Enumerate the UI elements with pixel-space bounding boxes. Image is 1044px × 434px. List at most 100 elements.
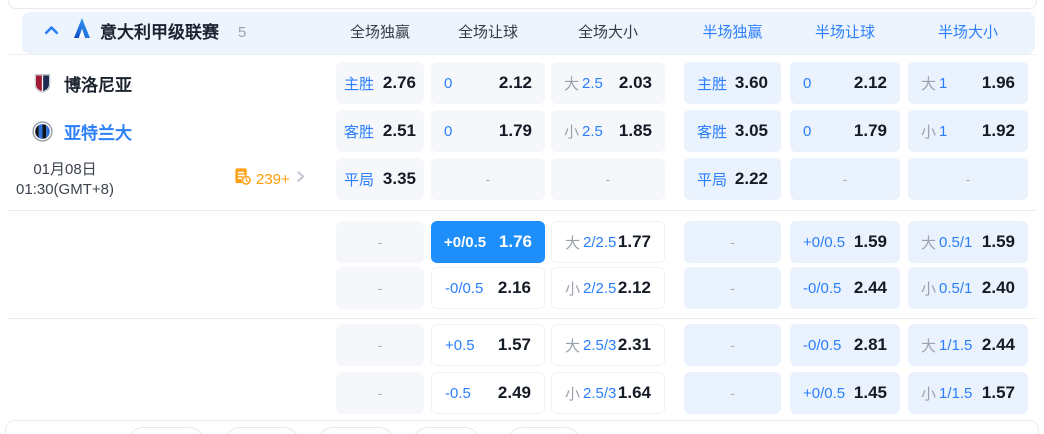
over-under-prefix: 大	[564, 75, 580, 93]
selection-label: +0/0.5	[444, 233, 487, 251]
odds-cell[interactable]: 小 2.5/3 1.64	[551, 372, 665, 414]
odds-cell[interactable]: +0.5 1.57	[431, 324, 545, 366]
odds-cell-empty: -	[790, 158, 900, 200]
odds-selection-label: -0/0.5	[445, 280, 483, 297]
odds-cell-empty: -	[336, 221, 424, 263]
handicap-line: 2.5/3	[583, 384, 617, 402]
odds-value: 2.76	[382, 73, 416, 92]
odds-cell[interactable]: +0/0.5 1.45	[790, 372, 900, 414]
chevron-up-icon	[43, 22, 60, 44]
handicap-line: 2.5	[582, 74, 603, 92]
odds-selection-label: 小 2.5	[564, 121, 603, 142]
odds-cell-empty: -	[336, 267, 424, 309]
odds-selection-label: 大 2/2.5	[565, 232, 616, 253]
odds-selection-label: 小 2.5/3	[565, 383, 616, 404]
odds-selection-label: 0	[444, 75, 452, 92]
column-header-0: 全场独赢	[349, 24, 410, 41]
odds-value: 2.12	[853, 73, 887, 92]
odds-cell[interactable]: 大 2.5/3 2.31	[551, 324, 665, 366]
odds-cell[interactable]: -0/0.5 2.44	[790, 267, 900, 309]
odds-selection-label: +0.5	[445, 337, 475, 354]
handicap-line: 0.5/1	[939, 279, 973, 297]
selection-label: +0.5	[445, 336, 475, 354]
odds-cell[interactable]: -0/0.5 2.81	[790, 324, 900, 366]
quick-option-pill[interactable]	[128, 427, 204, 434]
odds-cell[interactable]: 小 2.5 1.85	[551, 110, 665, 152]
odds-value: 2.12	[498, 73, 532, 92]
odds-selection-label: -0.5	[445, 385, 471, 402]
column-header-5: 半场大小	[937, 24, 998, 41]
odds-cell[interactable]: 客胜 2.51	[336, 110, 424, 152]
over-under-prefix: 小	[565, 385, 581, 403]
odds-value: 1.59	[853, 232, 887, 251]
odds-cell[interactable]: 0 2.12	[790, 62, 900, 104]
odds-value: 2.81	[853, 335, 887, 354]
odds-value: 1.57	[497, 335, 531, 354]
odds-cell[interactable]: 主胜 3.60	[684, 62, 781, 104]
odds-cell[interactable]: 大 0.5/1 1.59	[908, 221, 1028, 263]
over-under-prefix: 小	[564, 123, 580, 141]
selection-label: 0	[803, 74, 812, 92]
odds-row: - -0.5 2.49 小 2.5/3 1.64- +0/0.5 1.45 小 1/1.5 1.57	[0, 372, 1044, 414]
odds-cell[interactable]: -0/0.5 2.16	[431, 267, 545, 309]
handicap-line: 2/2.5	[583, 279, 617, 297]
odds-row: 平局 3.35 - - 平局 2.22 - -	[0, 158, 1044, 200]
header-divider	[8, 54, 1036, 55]
odds-cell[interactable]: 小 0.5/1 2.40	[908, 267, 1028, 309]
odds-cell-empty: -	[551, 158, 665, 200]
quick-option-pill[interactable]	[318, 427, 394, 434]
odds-cell[interactable]: 大 2.5 2.03	[551, 62, 665, 104]
odds-cell[interactable]: 主胜 2.76	[336, 62, 424, 104]
quick-option-pill[interactable]	[413, 427, 480, 434]
odds-value: 2.16	[497, 278, 531, 297]
odds-cell[interactable]: 平局 2.22	[684, 158, 781, 200]
odds-cell[interactable]: 大 2/2.5 1.77	[551, 221, 665, 263]
odds-selection-label: +0/0.5	[444, 234, 486, 251]
odds-cell[interactable]: -0.5 2.49	[431, 372, 545, 414]
odds-cell[interactable]: 小 2/2.5 2.12	[551, 267, 665, 309]
odds-selection-label: +0/0.5	[803, 385, 845, 402]
odds-cell[interactable]: 客胜 3.05	[684, 110, 781, 152]
odds-selection-label: 小 1/1.5	[921, 383, 972, 404]
selection-label: 0	[444, 74, 453, 92]
odds-panel: 意大利甲级联赛 5 全场独赢 全场让球 全场大小 半场独赢 半场让球 半场大小 博洛尼亚	[0, 0, 1044, 434]
odds-cell[interactable]: 0 1.79	[431, 110, 545, 152]
empty-dash: -	[730, 385, 735, 401]
odds-value: 1.79	[853, 121, 887, 140]
selection-label: -0/0.5	[803, 279, 842, 297]
odds-selection-label: 平局	[697, 169, 727, 190]
odds-cell[interactable]: 0 1.79	[790, 110, 900, 152]
handicap-line: 0.5/1	[939, 233, 973, 251]
empty-dash: -	[842, 171, 848, 187]
empty-dash: -	[965, 171, 971, 187]
odds-cell[interactable]: 小 1 1.92	[908, 110, 1028, 152]
section-divider	[8, 210, 1036, 211]
collapse-league-button[interactable]	[30, 12, 72, 54]
odds-selection-label: -0/0.5	[803, 280, 841, 297]
odds-value: 2.22	[734, 169, 768, 188]
empty-dash: -	[377, 337, 383, 353]
odds-selection-label: 大 2.5/3	[565, 335, 616, 356]
odds-selection-label: 主胜	[697, 73, 727, 94]
odds-value: 1.79	[498, 121, 532, 140]
handicap-line: 1	[939, 122, 948, 140]
odds-selection-label: 小 2/2.5	[565, 278, 616, 299]
odds-selection-label: 大 2.5	[564, 73, 603, 94]
odds-cell[interactable]: 大 1/1.5 2.44	[908, 324, 1028, 366]
odds-cell[interactable]: 大 1 1.96	[908, 62, 1028, 104]
selection-label: -0.5	[445, 384, 471, 402]
empty-dash: -	[485, 171, 491, 187]
quick-option-pill[interactable]	[507, 427, 580, 434]
over-under-prefix: 小	[921, 385, 937, 403]
handicap-line: 2.5	[582, 122, 603, 140]
empty-dash: -	[377, 280, 383, 296]
odds-cell[interactable]: 0 2.12	[431, 62, 545, 104]
odds-cell[interactable]: +0/0.5 1.76	[431, 221, 545, 263]
odds-cell[interactable]: 小 1/1.5 1.57	[908, 372, 1028, 414]
odds-cell[interactable]: +0/0.5 1.59	[790, 221, 900, 263]
empty-dash: -	[730, 280, 735, 296]
odds-value: 2.31	[617, 335, 651, 354]
odds-cell[interactable]: 平局 3.35	[336, 158, 424, 200]
quick-option-pill[interactable]	[225, 427, 299, 434]
handicap-line: 1/1.5	[939, 336, 973, 354]
